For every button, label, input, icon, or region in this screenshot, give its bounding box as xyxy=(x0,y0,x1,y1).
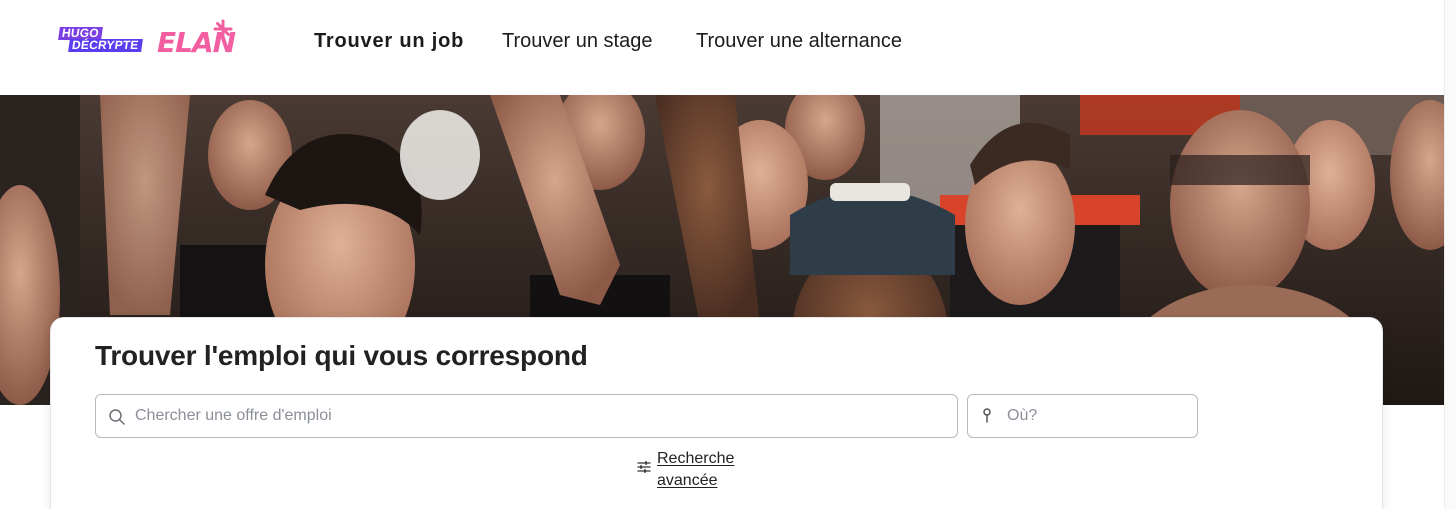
search-title: Trouver l'emploi qui vous correspond xyxy=(95,340,588,371)
advanced-search-label[interactable]: Recherche avancée xyxy=(657,448,743,492)
elan-logo[interactable]: ELAN xyxy=(157,18,237,62)
nav-find-apprenticeship[interactable]: Trouver une alternance xyxy=(696,27,902,55)
nav-find-internship[interactable]: Trouver un stage xyxy=(502,27,652,55)
location-input[interactable] xyxy=(1007,395,1187,437)
nav-find-job[interactable]: Trouver un job xyxy=(314,27,464,55)
sliders-icon xyxy=(637,461,651,473)
scrollbar-track[interactable] xyxy=(1444,0,1456,509)
logo-hugo-line2: DÉCRYPTE xyxy=(68,38,143,52)
search-card: Trouver l'emploi qui vous correspond Che… xyxy=(50,317,1383,509)
job-search-input[interactable] xyxy=(135,395,945,437)
top-header: HUGO DÉCRYPTE ELAN Trouver un job Trouve… xyxy=(0,0,1456,95)
search-icon xyxy=(109,409,125,425)
job-search-field[interactable] xyxy=(95,394,958,438)
advanced-search-button[interactable]: Recherche avancée xyxy=(637,448,743,492)
location-field[interactable] xyxy=(967,394,1198,438)
sparkle-icon xyxy=(213,19,233,39)
location-pin-icon xyxy=(983,408,991,423)
hugo-decrypte-logo[interactable]: HUGO DÉCRYPTE xyxy=(58,26,145,55)
